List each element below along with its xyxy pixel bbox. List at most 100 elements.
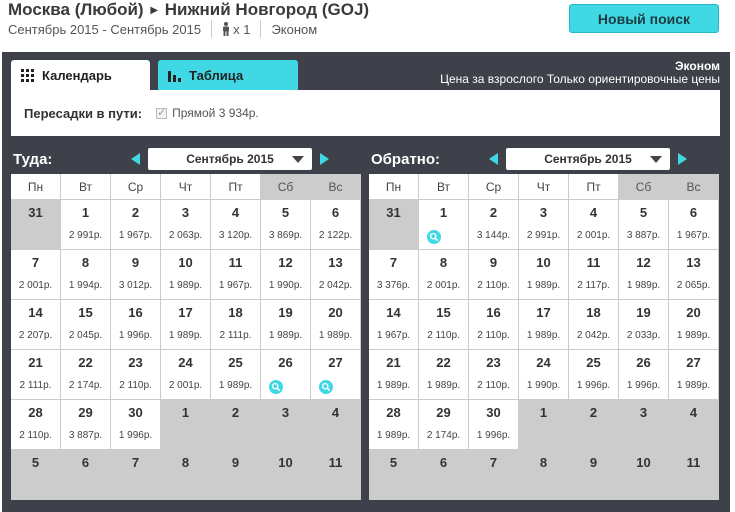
- calendar-day[interactable]: 29 3 887р.: [61, 400, 111, 450]
- day-price: 3 887р.: [68, 430, 103, 441]
- calendar-day[interactable]: 14 1 967р.: [369, 300, 419, 350]
- outbound-month-select[interactable]: Сентябрь 2015: [148, 148, 312, 170]
- calendar-day[interactable]: 30 1 996р.: [111, 400, 161, 450]
- calendar-day[interactable]: 11 1 967р.: [211, 250, 261, 300]
- calendar-day[interactable]: 6 2 122р.: [311, 200, 361, 250]
- day-number: 23: [128, 355, 143, 370]
- day-price: 2 111р.: [19, 380, 52, 391]
- weekday-header: Ср: [469, 174, 519, 200]
- calendar-day[interactable]: 12 1 989р.: [619, 250, 669, 300]
- calendar-day[interactable]: 8 2 001р.: [419, 250, 469, 300]
- day-price: 2 110р.: [477, 280, 510, 291]
- calendar-day[interactable]: 8 1 994р.: [61, 250, 111, 300]
- day-number: 4: [689, 405, 698, 420]
- calendar-day[interactable]: 5 3 887р.: [619, 200, 669, 250]
- calendar-day[interactable]: 1: [419, 200, 469, 250]
- calendar-day[interactable]: 12 1 990р.: [261, 250, 311, 300]
- calendar-day[interactable]: 9 2 110р.: [469, 250, 519, 300]
- calendar-day[interactable]: 27 1 989р.: [669, 350, 719, 400]
- next-month-arrow-icon[interactable]: [678, 153, 687, 165]
- day-number: 8: [439, 255, 448, 270]
- calendar-day[interactable]: 3 2 063р.: [161, 200, 211, 250]
- calendar-day[interactable]: 2 3 144р.: [469, 200, 519, 250]
- calendar-day[interactable]: 18 2 042р.: [569, 300, 619, 350]
- calendar-day[interactable]: 29 2 174р.: [419, 400, 469, 450]
- calendar-day[interactable]: 23 2 110р.: [469, 350, 519, 400]
- calendar-day[interactable]: 25 1 989р.: [211, 350, 261, 400]
- calendar-day[interactable]: 26: [261, 350, 311, 400]
- calendar-day[interactable]: 10 1 989р.: [161, 250, 211, 300]
- calendar-day[interactable]: 1 2 991р.: [61, 200, 111, 250]
- calendar-day[interactable]: 6 1 967р.: [669, 200, 719, 250]
- calendar-day[interactable]: 19 2 033р.: [619, 300, 669, 350]
- calendar-day[interactable]: 10 1 989р.: [519, 250, 569, 300]
- day-number: 5: [281, 205, 290, 220]
- calendar-day[interactable]: 27: [311, 350, 361, 400]
- calendar-day[interactable]: 30 1 996р.: [469, 400, 519, 450]
- calendar-day[interactable]: 11 2 117р.: [569, 250, 619, 300]
- day-number: 30: [486, 405, 501, 420]
- calendar-day[interactable]: 2 1 967р.: [111, 200, 161, 250]
- calendar-day: 11: [669, 450, 719, 500]
- weekday-header: Вс: [669, 174, 719, 200]
- prev-month-arrow-icon[interactable]: [489, 153, 498, 165]
- calendar-day[interactable]: 20 1 989р.: [311, 300, 361, 350]
- calendar-day[interactable]: 26 1 996р.: [619, 350, 669, 400]
- calendar-day[interactable]: 23 2 110р.: [111, 350, 161, 400]
- calendar-day[interactable]: 3 2 991р.: [519, 200, 569, 250]
- route-from: Москва (Любой): [8, 0, 144, 19]
- direct-checkbox[interactable]: [156, 106, 168, 119]
- calendar-day[interactable]: 16 2 110р.: [469, 300, 519, 350]
- day-number: 11: [228, 255, 243, 270]
- day-number: 29: [436, 405, 451, 420]
- calendar-day[interactable]: 24 2 001р.: [161, 350, 211, 400]
- calendar-day[interactable]: 9 3 012р.: [111, 250, 161, 300]
- calendar-day[interactable]: 28 2 110р.: [11, 400, 61, 450]
- day-price: 2 110р.: [119, 380, 152, 391]
- calendar-day[interactable]: 13 2 065р.: [669, 250, 719, 300]
- calendar-day[interactable]: 17 1 989р.: [161, 300, 211, 350]
- calendar-day[interactable]: 21 2 111р.: [11, 350, 61, 400]
- route-title: Москва (Любой) ▶ Нижний Новгород (GOJ): [8, 0, 369, 20]
- calendar-day[interactable]: 22 1 989р.: [419, 350, 469, 400]
- next-month-arrow-icon[interactable]: [320, 153, 329, 165]
- calendar-day[interactable]: 15 2 110р.: [419, 300, 469, 350]
- calendar-day[interactable]: 18 2 111р.: [211, 300, 261, 350]
- search-price-icon[interactable]: [427, 230, 441, 244]
- day-number: 5: [639, 205, 648, 220]
- calendar-day[interactable]: 5 3 869р.: [261, 200, 311, 250]
- person-icon: [223, 22, 230, 36]
- day-price: 1 967р.: [118, 230, 153, 241]
- calendar-day[interactable]: 20 1 989р.: [669, 300, 719, 350]
- calendar-day[interactable]: 4 2 001р.: [569, 200, 619, 250]
- calendar-day[interactable]: 17 1 989р.: [519, 300, 569, 350]
- day-number: 9: [231, 455, 240, 470]
- weekday-header: Сб: [619, 174, 669, 200]
- new-search-button[interactable]: Новый поиск: [569, 4, 719, 33]
- prev-month-arrow-icon[interactable]: [131, 153, 140, 165]
- calendar-day[interactable]: 7 2 001р.: [11, 250, 61, 300]
- calendar-day[interactable]: 21 1 989р.: [369, 350, 419, 400]
- day-price: 2 174р.: [426, 430, 461, 441]
- calendar-day[interactable]: 13 2 042р.: [311, 250, 361, 300]
- search-price-icon[interactable]: [269, 380, 283, 394]
- calendar-day[interactable]: 28 1 989р.: [369, 400, 419, 450]
- calendar-day[interactable]: 4 3 120р.: [211, 200, 261, 250]
- inbound-month-select[interactable]: Сентябрь 2015: [506, 148, 670, 170]
- calendar-day[interactable]: 7 3 376р.: [369, 250, 419, 300]
- calendar-day[interactable]: 15 2 045р.: [61, 300, 111, 350]
- calendar-day[interactable]: 22 2 174р.: [61, 350, 111, 400]
- calendar-day[interactable]: 25 1 996р.: [569, 350, 619, 400]
- calendar-day[interactable]: 24 1 990р.: [519, 350, 569, 400]
- calendar-day[interactable]: 19 1 989р.: [261, 300, 311, 350]
- search-price-icon[interactable]: [319, 380, 333, 394]
- weekday-header: Сб: [261, 174, 311, 200]
- day-number: 14: [28, 305, 43, 320]
- direct-option-label[interactable]: Прямой 3 934р.: [172, 106, 259, 120]
- calendar-day: 4: [311, 400, 361, 450]
- weekday-header: Чт: [519, 174, 569, 200]
- calendar-day[interactable]: 14 2 207р.: [11, 300, 61, 350]
- tab-calendar[interactable]: Календарь: [11, 60, 150, 90]
- tab-table[interactable]: Таблица: [158, 60, 298, 90]
- calendar-day[interactable]: 16 1 996р.: [111, 300, 161, 350]
